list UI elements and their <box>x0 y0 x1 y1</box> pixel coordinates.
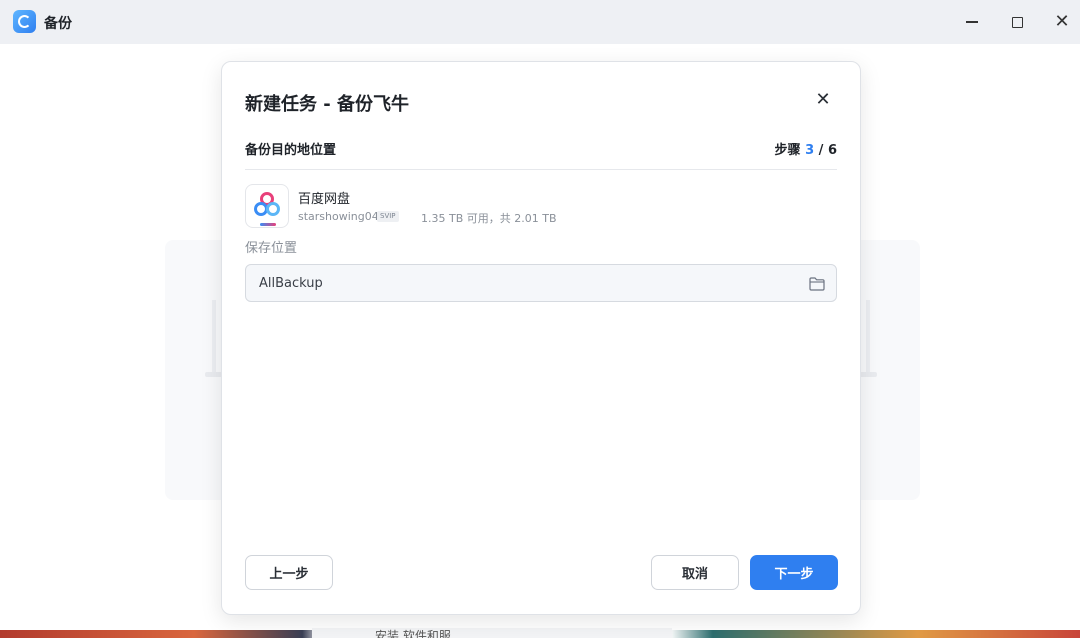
background-decoration <box>866 300 870 372</box>
previous-step-button[interactable]: 上一步 <box>245 555 333 590</box>
app-title: 备份 <box>44 16 72 32</box>
desktop-tile <box>312 628 672 638</box>
close-icon: ✕ <box>1054 11 1070 32</box>
destination-usage: 1.35 TB 可用，共 2.01 TB <box>421 212 557 225</box>
step-current: 3 <box>805 143 815 158</box>
title-bar: 备份 ✕ <box>0 0 1080 44</box>
destination-account: starshowing04 <box>298 210 379 223</box>
dialog-close-button[interactable]: ✕ <box>813 90 833 110</box>
save-location-value: AllBackup <box>259 276 323 291</box>
divider <box>245 169 837 170</box>
minimize-button[interactable] <box>962 12 982 32</box>
maximize-button[interactable] <box>1007 12 1027 32</box>
close-icon: ✕ <box>815 89 831 110</box>
minimize-icon <box>966 21 978 23</box>
step-prefix: 步骤 <box>774 143 801 158</box>
backup-app-window: 备份 ✕ 安装 软件和服 新建任务 - 备份飞牛 ✕ 备份目的地位置 步骤 3 … <box>0 0 1080 638</box>
section-label: 备份目的地位置 <box>245 143 337 158</box>
new-task-dialog: 新建任务 - 备份飞牛 ✕ 备份目的地位置 步骤 3 / 6 百度网盘 star… <box>221 61 861 615</box>
background-decoration <box>212 300 216 372</box>
backup-app-icon <box>13 10 36 33</box>
cancel-button[interactable]: 取消 <box>651 555 739 590</box>
next-step-button[interactable]: 下一步 <box>750 555 838 590</box>
baidu-netdisk-icon <box>245 184 289 228</box>
maximize-icon <box>1011 16 1023 28</box>
step-separator: / <box>818 143 824 158</box>
step-total: 6 <box>827 143 837 158</box>
step-indicator: 步骤 3 / 6 <box>775 139 837 158</box>
save-location-input[interactable]: AllBackup <box>245 264 837 302</box>
save-location-label: 保存位置 <box>245 241 298 256</box>
destination-name: 百度网盘 <box>298 192 351 207</box>
window-close-button[interactable]: ✕ <box>1052 12 1072 32</box>
svip-badge: SVIP <box>377 211 399 222</box>
desktop-partial-text: 安装 软件和服 <box>375 629 451 638</box>
folder-icon[interactable] <box>809 277 825 291</box>
dialog-title: 新建任务 - 备份飞牛 <box>245 94 410 115</box>
